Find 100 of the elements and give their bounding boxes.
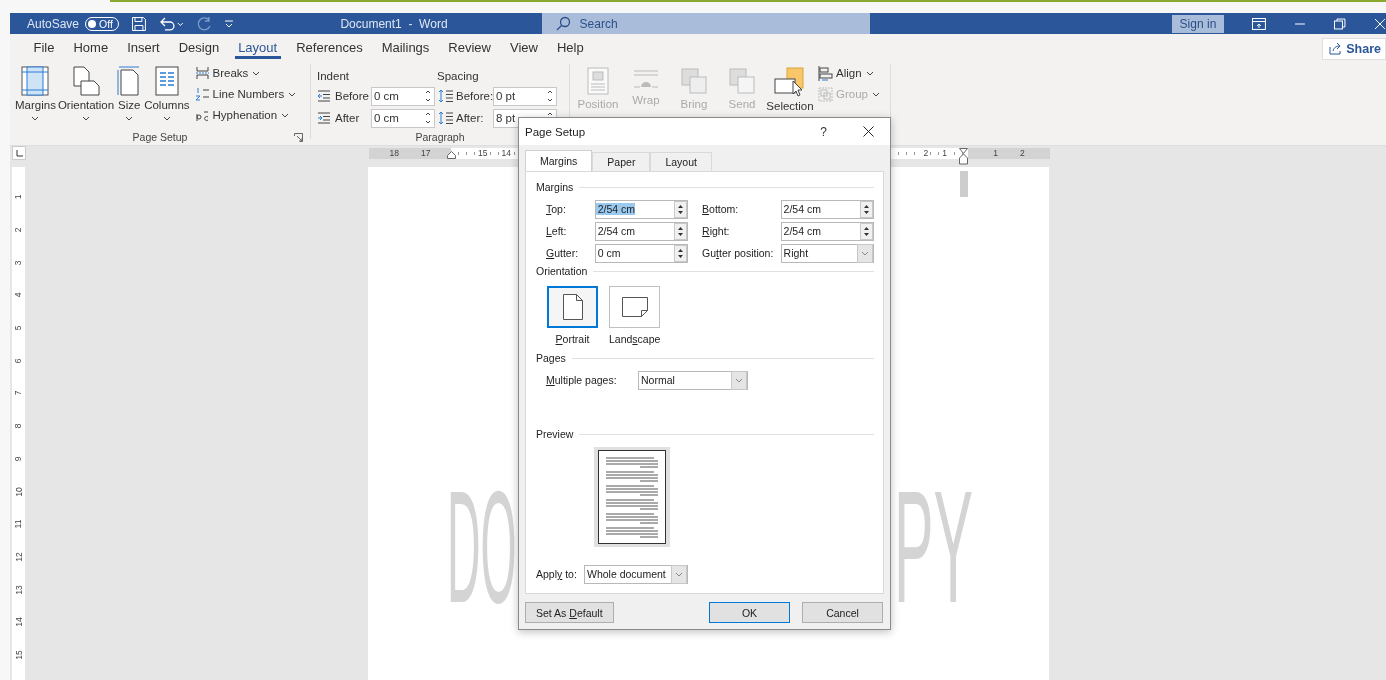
field-label: Right: — [702, 225, 731, 237]
dialog-tab[interactable]: Paper — [592, 152, 651, 171]
ruler-number: 12 — [13, 552, 24, 562]
spinner-icon[interactable] — [674, 200, 688, 218]
dialog-launcher-icon[interactable] — [294, 133, 303, 142]
ruler-number: 5 — [13, 325, 24, 331]
caret-icon — [31, 116, 40, 121]
text-wrap-icon — [632, 67, 660, 91]
ribbon-button[interactable]: Size — [115, 63, 144, 123]
orientation-option[interactable] — [609, 286, 661, 328]
ribbon-tab[interactable]: Review — [438, 34, 501, 60]
ribbon-tab[interactable]: Layout — [228, 34, 287, 60]
ribbon-tab[interactable]: View — [500, 34, 548, 60]
button-label: Group — [836, 88, 868, 100]
ribbon-button[interactable]: Breaks — [194, 63, 297, 83]
ruler-number: 13 — [13, 584, 24, 595]
portrait-page-icon — [562, 294, 583, 320]
ribbon-button[interactable]: Orientation — [56, 63, 116, 123]
position-icon — [586, 67, 610, 95]
help-button[interactable]: ? — [820, 124, 827, 139]
spin-field[interactable]: 2/54 cm — [780, 221, 874, 241]
button-label: Line Numbers — [212, 88, 285, 100]
ribbon-button[interactable]: Margins — [14, 63, 57, 123]
ribbon-tab[interactable]: Help — [547, 34, 594, 60]
tab-selector-icon[interactable] — [12, 146, 26, 160]
search-field[interactable]: Search — [541, 13, 870, 34]
undo-icon[interactable] — [158, 15, 185, 32]
ruler-number: 6 — [13, 358, 24, 364]
caret-icon — [871, 91, 880, 97]
field-label: Bottom: — [702, 203, 740, 215]
ribbon-button[interactable]: Selection — [766, 63, 814, 112]
scroll-thumb[interactable] — [960, 171, 968, 197]
ruler-number: 17 — [419, 148, 433, 158]
dialog-button[interactable]: Set As Default — [525, 602, 614, 623]
indent-label: Before — [335, 90, 370, 102]
ribbon-button[interactable]: Columns — [143, 63, 191, 123]
caret-icon — [125, 116, 134, 121]
dialog-button[interactable]: Cancel — [802, 602, 883, 623]
spinner-icon[interactable] — [860, 200, 873, 218]
spinner-icon[interactable] — [674, 244, 688, 262]
button-label: Align — [836, 67, 862, 79]
redo-icon[interactable] — [196, 15, 213, 32]
spinner-icon[interactable] — [860, 222, 873, 240]
share-icon — [1329, 43, 1343, 55]
section-heading: Preview — [536, 428, 574, 440]
dropdown-field[interactable]: Right — [780, 243, 874, 263]
ribbon-tab[interactable]: File — [24, 34, 64, 60]
indent-marker-icon[interactable] — [959, 147, 968, 165]
ruler-number: 8 — [13, 423, 24, 429]
option-label: Landscape — [609, 333, 661, 345]
ruler-number: 9 — [13, 456, 24, 462]
hyphenation-icon — [194, 108, 210, 122]
dropdown-field[interactable]: Whole document — [584, 564, 688, 584]
dropdown-field[interactable]: Normal — [638, 370, 748, 390]
spacing-field[interactable]: 0 pt — [493, 86, 557, 106]
dialog-button[interactable]: OK — [709, 602, 790, 623]
spacing-label: Before: — [456, 90, 493, 102]
ruler-number: 10 — [13, 486, 24, 497]
customize-toolbar-icon[interactable] — [224, 18, 235, 29]
spin-field[interactable]: 2/54 cm — [594, 221, 689, 241]
option-label: Portrait — [555, 333, 590, 345]
dialog-title: Page Setup — [525, 125, 586, 138]
group-label: Paragraph — [415, 131, 465, 143]
button-label: Position — [577, 98, 619, 110]
button-label: Hyphenation — [212, 109, 278, 121]
indent-icon — [317, 90, 331, 102]
spinner-icon[interactable] — [674, 222, 688, 240]
ribbon-tab[interactable]: References — [286, 34, 373, 60]
spin-field[interactable]: 0 cm — [594, 243, 689, 263]
ribbon-tab[interactable]: Mailings — [372, 34, 439, 60]
indent-title: Indent — [317, 70, 349, 82]
indent-field[interactable]: 0 cm — [371, 108, 435, 128]
dialog-tab[interactable]: Layout — [650, 152, 712, 171]
button-label: Margins — [15, 99, 56, 111]
ruler-number: 3 — [13, 260, 24, 266]
orientation-option[interactable] — [547, 286, 598, 328]
ribbon-tab[interactable]: Insert — [117, 34, 170, 60]
close-icon[interactable] — [863, 126, 874, 137]
columns-icon — [153, 65, 180, 97]
caret-icon — [865, 70, 874, 76]
ribbon-button[interactable]: Align — [818, 63, 880, 83]
restore-icon[interactable] — [1334, 17, 1347, 30]
ribbon-display-icon[interactable] — [1252, 17, 1267, 30]
sign-in-button[interactable]: Sign in — [1171, 14, 1225, 33]
share-button[interactable]: Share — [1322, 38, 1386, 60]
ribbon-button[interactable]: Hyphenation — [194, 105, 297, 125]
selection-pane-icon — [773, 67, 807, 97]
indent-field[interactable]: 0 cm — [371, 86, 435, 106]
save-icon[interactable] — [130, 15, 147, 32]
ribbon-button[interactable]: Line Numbers — [194, 84, 297, 104]
spin-field[interactable]: 2/54 cm — [594, 199, 689, 219]
field-label: Multiple pages: — [546, 374, 618, 386]
field-label: Top: — [546, 203, 567, 215]
ribbon-tab[interactable]: Design — [169, 34, 229, 60]
field-label: Gutter position: — [702, 247, 775, 259]
spin-field[interactable]: 2/54 cm — [780, 199, 874, 219]
ribbon-tab[interactable]: Home — [63, 34, 118, 60]
align-icon — [818, 65, 833, 81]
caret-icon — [281, 112, 290, 118]
dialog-tab[interactable]: Margins — [525, 150, 593, 171]
